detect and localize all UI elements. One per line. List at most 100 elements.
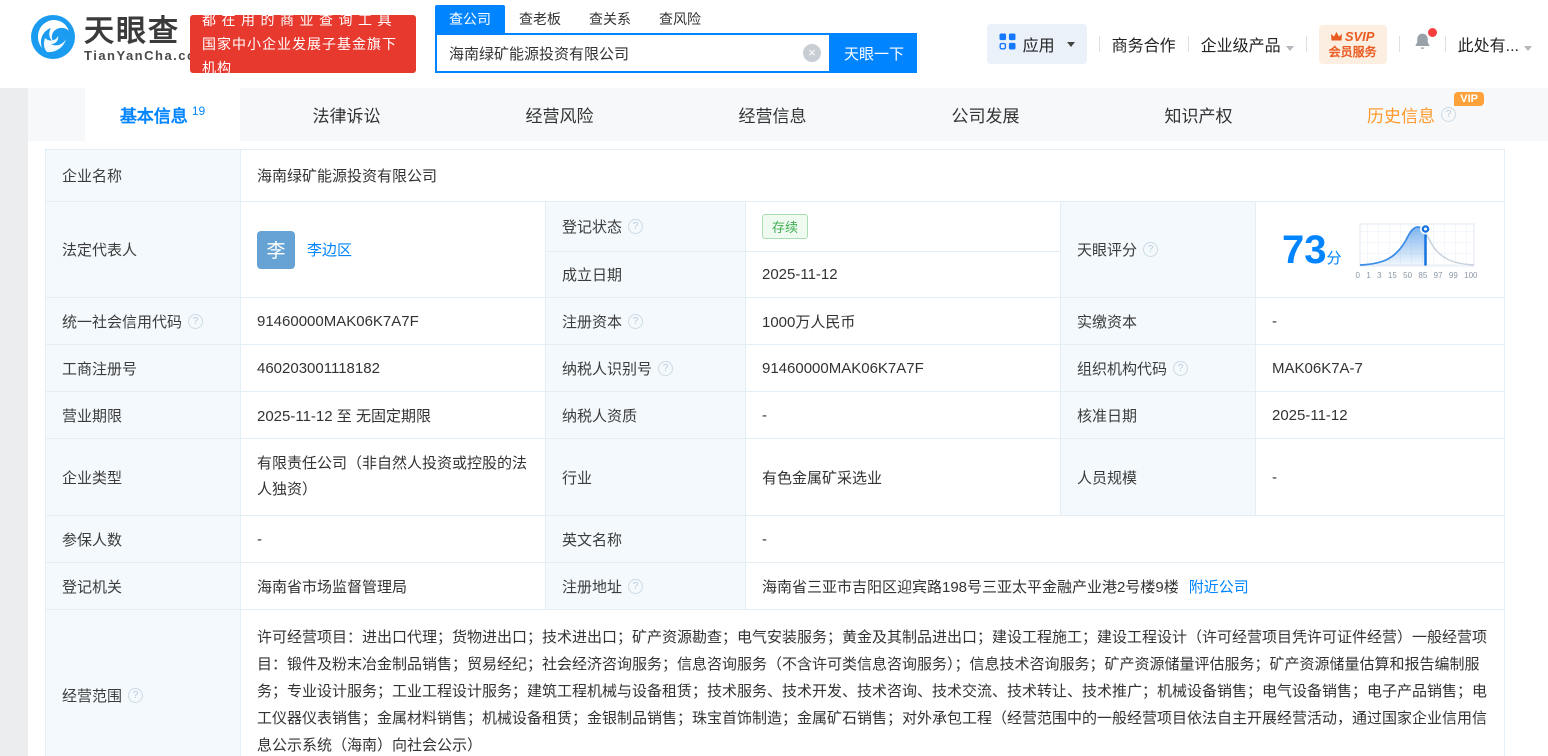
reg-capital-label: 注册资本 (546, 298, 746, 344)
promo-banner: 都在用的商业查询工具 国家中小企业发展子基金旗下机构 (190, 12, 416, 76)
divider (1305, 36, 1307, 52)
table-row: 参保人数 - 英文名称 - (46, 516, 1504, 563)
tab-intellectual-property[interactable]: 知识产权 (1092, 88, 1305, 141)
apps-menu-button[interactable]: 应用 (986, 24, 1087, 64)
divider (1187, 36, 1189, 52)
help-icon[interactable] (1173, 360, 1189, 376)
tab-company-development[interactable]: 公司发展 (879, 88, 1092, 141)
company-type-label: 企业类型 (46, 439, 241, 515)
reg-status-label: 登记状态 (546, 202, 746, 251)
reg-authority-value: 海南省市场监督管理局 (241, 563, 546, 609)
paid-capital-label: 实缴资本 (1061, 298, 1256, 344)
search-box: × (435, 33, 831, 73)
help-icon[interactable] (628, 313, 644, 329)
reg-capital-value: 1000万人民币 (746, 298, 1061, 344)
chevron-down-icon (1524, 46, 1532, 51)
help-icon[interactable] (628, 578, 644, 594)
search-tabs: 查公司 查老板 查关系 查风险 (435, 5, 917, 33)
avatar[interactable]: 李 (257, 230, 295, 269)
tab-operating-risk[interactable]: 经营风险 (453, 88, 666, 141)
help-icon[interactable] (628, 219, 644, 234)
tab-history-info[interactable]: 历史信息 VIP (1305, 88, 1518, 141)
table-row: 登记机关 海南省市场监督管理局 注册地址 海南省三亚市吉阳区迎宾路198号三亚太… (46, 563, 1504, 610)
org-code-value: MAK06K7A-7 (1256, 345, 1504, 391)
company-name-value: 海南绿矿能源投资有限公司 (241, 150, 1504, 201)
promo-line1: 都在用的商业查询工具 (202, 12, 397, 28)
promo-line2: 国家中小企业发展子基金旗下机构 (202, 36, 397, 76)
basic-info-table: 企业名称 海南绿矿能源投资有限公司 法定代表人 李 李边区 登记状态 存续 (45, 149, 1505, 756)
divider (1398, 36, 1400, 52)
bell-icon (1412, 33, 1433, 56)
crown-icon (1330, 29, 1342, 44)
industry-label: 行业 (546, 439, 746, 515)
org-code-label: 组织机构代码 (1061, 345, 1256, 391)
notification-dot (1427, 28, 1437, 37)
business-term-value: 2025-11-12 至 无固定期限 (241, 392, 546, 438)
vip-badge: VIP (1454, 92, 1484, 106)
clear-search-icon[interactable]: × (803, 44, 821, 62)
notifications-button[interactable] (1412, 28, 1437, 57)
header-nav: 应用 商务合作 企业级产品 SVIP 会员服务 此处有... (986, 24, 1532, 64)
legal-rep-cell: 李 李边区 (241, 202, 546, 297)
search-tab-relation[interactable]: 查关系 (575, 5, 645, 33)
help-icon[interactable] (128, 687, 144, 703)
nav-cooperation[interactable]: 商务合作 (1112, 32, 1176, 56)
svip-member-button[interactable]: SVIP 会员服务 (1318, 24, 1387, 64)
establish-date-value: 2025-11-12 (746, 252, 1061, 297)
reg-address-value: 海南省三亚市吉阳区迎宾路198号三亚太平金融产业港2号楼9楼 (762, 578, 1179, 596)
page-body: 基本信息19 法律诉讼 经营风险 经营信息 公司发展 知识产权 历史信息 VIP… (0, 88, 1548, 756)
search-area: 查公司 查老板 查关系 查风险 × 天眼一下 (435, 5, 917, 73)
logo[interactable]: 天眼查 TianYanCha.com (30, 14, 210, 65)
tianyancha-logo-icon (30, 14, 76, 65)
business-scope-value: 许可经营项目：进出口代理；货物进出口；技术进出口；矿产资源勘查；电气安装服务；黄… (241, 610, 1504, 756)
english-name-label: 英文名称 (546, 516, 746, 562)
taxpayer-quality-label: 纳税人资质 (546, 392, 746, 438)
tab-legal-proceedings[interactable]: 法律诉讼 (240, 88, 453, 141)
approval-date-label: 核准日期 (1061, 392, 1256, 438)
app-grid-icon (999, 33, 1016, 55)
tab-business-info[interactable]: 经营信息 (666, 88, 879, 141)
search-tab-company[interactable]: 查公司 (435, 5, 505, 33)
paid-capital-value: - (1256, 298, 1504, 344)
table-row: 工商注册号 460203001118182 纳税人识别号 91460000MAK… (46, 345, 1504, 392)
divider (1444, 36, 1446, 52)
taxpayer-quality-value: - (746, 392, 1061, 438)
reg-number-label: 工商注册号 (46, 345, 241, 391)
table-row: 经营范围 许可经营项目：进出口代理；货物进出口；技术进出口；矿产资源勘查；电气安… (46, 610, 1504, 756)
user-menu[interactable]: 此处有... (1458, 32, 1532, 56)
reg-status-cell: 存续 (746, 202, 1061, 251)
nearby-companies-link[interactable]: 附近公司 (1189, 576, 1249, 597)
score-distribution-chart: 0 1 3 15 50 85 97 99 100 (1356, 220, 1478, 280)
help-icon[interactable] (1441, 107, 1456, 122)
tab-basic-info[interactable]: 基本信息 19 (85, 88, 240, 141)
score-axis: 0 1 3 15 50 85 97 99 100 (1355, 270, 1478, 280)
table-row: 法定代表人 李 李边区 登记状态 存续 成立日期 2025-11-12 (46, 202, 1504, 298)
score-cell: 73分 0 1 3 15 50 85 97 99 100 (1256, 202, 1504, 297)
search-input[interactable] (449, 44, 803, 62)
table-row: 统一社会信用代码 91460000MAK06K7A7F 注册资本 1000万人民… (46, 298, 1504, 345)
score-label: 天眼评分 (1061, 202, 1256, 297)
taxpayer-id-label: 纳税人识别号 (546, 345, 746, 391)
reg-authority-label: 登记机关 (46, 563, 241, 609)
search-tab-risk[interactable]: 查风险 (645, 5, 715, 33)
reg-address-cell: 海南省三亚市吉阳区迎宾路198号三亚太平金融产业港2号楼9楼 附近公司 (746, 563, 1504, 609)
industry-value: 有色金属矿采选业 (746, 439, 1061, 515)
search-button[interactable]: 天眼一下 (831, 33, 917, 73)
business-scope-label: 经营范围 (46, 610, 241, 756)
help-icon[interactable] (188, 313, 204, 329)
table-row: 企业类型 有限责任公司（非自然人投资或控股的法人独资） 行业 有色金属矿采选业 … (46, 439, 1504, 516)
help-icon[interactable] (1143, 242, 1159, 257)
section-tabbar: 基本信息19 法律诉讼 经营风险 经营信息 公司发展 知识产权 历史信息 VIP (28, 88, 1548, 141)
establish-date-label: 成立日期 (546, 252, 746, 297)
score-unit: 分 (1326, 249, 1342, 267)
nav-enterprise[interactable]: 企业级产品 (1201, 32, 1294, 56)
site-header: 天眼查 TianYanCha.com 都在用的商业查询工具 国家中小企业发展子基… (0, 0, 1548, 88)
help-icon[interactable] (658, 360, 674, 376)
insured-count-label: 参保人数 (46, 516, 241, 562)
search-tab-boss[interactable]: 查老板 (505, 5, 575, 33)
status-badge: 存续 (762, 214, 809, 239)
company-name-label: 企业名称 (46, 150, 241, 201)
score-value: 73 (1282, 227, 1327, 272)
legal-rep-link[interactable]: 李边区 (307, 239, 352, 260)
approval-date-value: 2025-11-12 (1256, 392, 1504, 438)
